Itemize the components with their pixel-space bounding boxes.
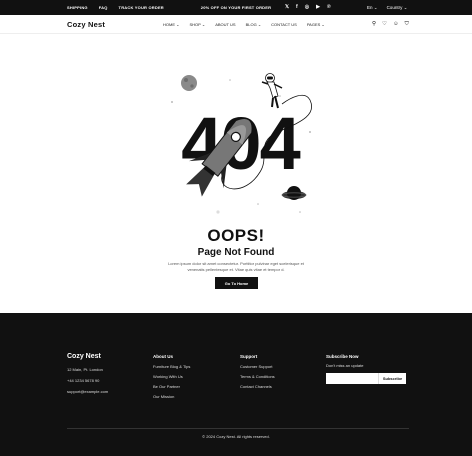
chevron-down-icon: ⌄ [373,4,378,10]
footer-email[interactable]: support@example.com [67,389,108,394]
site-logo[interactable]: Cozy Nest [67,20,105,29]
social-links: 𝕏 f ◎ ▶ ℗ [285,0,331,15]
footer-divider [67,428,409,429]
footer-link[interactable]: Our Mission [153,395,190,399]
country-select[interactable]: Country ⌄ [387,5,408,11]
footer-support-column: Support Customer Support Terms & Conditi… [240,354,275,389]
subscribe-heading: Subscribe Now [326,354,359,359]
nav-contact[interactable]: CONTACT US [271,22,297,27]
main-nav: HOME ⌄ SHOP ⌄ ABOUT US BLOG ⌄ CONTACT US… [163,15,325,34]
top-bar: SHIPPING FAQ TRACK YOUR ORDER 20% OFF ON… [0,0,472,15]
footer-about-heading: About Us [153,354,173,359]
footer-link[interactable]: Working With Us [153,375,190,379]
error-description: Lorem ipsum dolor sit amet consectetur. … [168,261,304,272]
footer-link[interactable]: Contact Channels [240,385,275,389]
footer-phone[interactable]: +44 1234 5678 90 [67,378,108,383]
site-footer: Cozy Nest 12 Main, Pt. London +44 1234 5… [0,313,472,456]
space-404-illustration: 404 [171,73,313,214]
subscribe-email-input[interactable] [326,373,378,384]
youtube-icon[interactable]: ▶ [316,5,320,10]
facebook-icon[interactable]: f [296,5,298,10]
footer-link[interactable]: Be Our Partner [153,385,190,389]
language-value: En [367,4,373,10]
go-home-button[interactable]: Go To Home [215,277,258,289]
header-icons: ⚲ ♡ ☺ ⛉ [372,15,409,34]
error-title: OOPS! [207,226,265,245]
pinterest-icon[interactable]: ℗ [327,5,331,10]
nav-blog[interactable]: BLOG ⌄ [246,22,262,27]
x-icon[interactable]: 𝕏 [285,5,289,10]
moon-icon [181,75,197,91]
nav-label: PAGES [306,22,321,27]
instagram-icon[interactable]: ◎ [305,5,309,10]
footer-link[interactable]: Furniture Blog & Tips [153,365,190,369]
footer-about-column: About Us Furniture Blog & Tips Working W… [153,354,190,399]
heart-icon[interactable]: ♡ [382,21,387,28]
nav-pages[interactable]: PAGES ⌄ [307,22,325,27]
footer-logo[interactable]: Cozy Nest [67,353,101,360]
main-header: Cozy Nest HOME ⌄ SHOP ⌄ ABOUT US BLOG ⌄ … [0,15,472,34]
footer-address: 12 Main, Pt. London [67,367,103,372]
subscribe-button[interactable]: Subscribe [378,373,406,384]
footer-link[interactable]: Terms & Conditions [240,375,275,379]
nav-label: BLOG [245,22,257,27]
footer-contact: 12 Main, Pt. London +44 1234 5678 90 sup… [67,367,108,394]
country-value: Country [386,4,403,10]
footer-link[interactable]: Customer Support [240,365,275,369]
error-subtitle: Page Not Found [197,247,275,258]
copyright-text: © 2024 Cozy Nest. All rights reserved. [202,434,270,439]
search-icon[interactable]: ⚲ [372,21,376,28]
planet-icon [281,186,307,200]
subscribe-form: Subscribe [326,373,406,384]
nav-about[interactable]: ABOUT US [215,22,235,27]
language-select[interactable]: En ⌄ [367,5,378,11]
subscribe-note: Don't miss an update [326,363,364,368]
bag-icon[interactable]: ⛉ [405,21,409,28]
nav-shop[interactable]: SHOP ⌄ [189,22,205,27]
footer-subscribe-column: Subscribe Now Don't miss an update Subsc… [326,354,406,384]
footer-support-heading: Support [240,354,258,359]
nav-label: SHOP [189,22,201,27]
nav-home[interactable]: HOME ⌄ [163,22,179,27]
preferences: En ⌄ Country ⌄ [367,0,407,15]
nav-label: HOME [163,22,175,27]
chevron-down-icon: ⌄ [403,4,408,10]
user-icon[interactable]: ☺ [393,21,399,28]
